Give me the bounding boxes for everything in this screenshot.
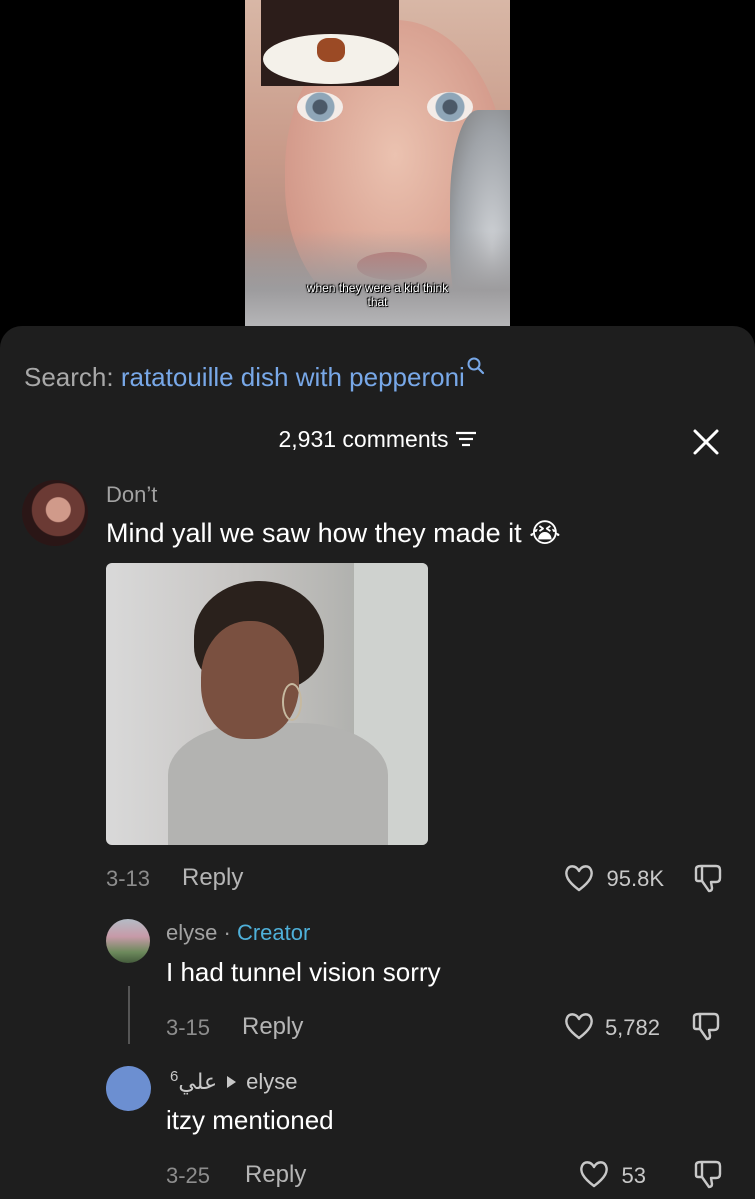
reply-to-username[interactable]: elyse <box>246 1069 297 1094</box>
reply-arrow-icon <box>227 1076 237 1089</box>
comment-gif[interactable] <box>106 563 428 845</box>
reply-button[interactable]: Reply <box>242 1013 303 1041</box>
reply-username-line: علي6 elyse <box>166 1068 297 1095</box>
video-preview[interactable]: when they were a kid think that <box>245 0 510 330</box>
dislike-icon[interactable] <box>692 1158 724 1190</box>
video-caption: when they were a kid think that <box>245 281 510 309</box>
comment-text: Mind yall we saw how they made it 😭 <box>106 518 561 548</box>
heart-icon[interactable] <box>563 1011 595 1041</box>
like-count: 95.8K <box>606 866 665 891</box>
comments-sheet: Search: ratatouille dish with pepperoni … <box>0 326 755 1199</box>
reply-username[interactable]: علي <box>178 1069 217 1094</box>
gif-face <box>201 621 299 739</box>
like-count: 53 <box>621 1163 646 1188</box>
food <box>317 38 345 62</box>
reply-button[interactable]: Reply <box>245 1161 306 1189</box>
reply-date: 3-15 <box>166 1015 211 1040</box>
reply-button[interactable]: Reply <box>182 864 243 892</box>
avatar[interactable] <box>22 480 88 546</box>
comment-username[interactable]: Don’t <box>106 482 157 508</box>
reply-username-line: elyse · Creator <box>166 920 310 946</box>
left-eye <box>297 92 343 122</box>
search-suggestion[interactable]: Search: ratatouille dish with pepperoni <box>24 356 486 393</box>
caption-line-1: when they were a kid think <box>306 281 449 295</box>
reply-date: 3-25 <box>166 1163 211 1188</box>
separator-dot: · <box>223 920 231 945</box>
dislike-icon[interactable] <box>692 862 724 894</box>
avatar[interactable] <box>106 919 150 963</box>
gif-earring <box>282 683 302 721</box>
dislike-icon[interactable] <box>690 1010 722 1042</box>
creator-badge: Creator <box>236 920 311 945</box>
thread-line <box>128 986 130 1044</box>
like-count: 5,782 <box>604 1015 660 1040</box>
inset-food-image <box>261 0 399 86</box>
heart-icon[interactable] <box>578 1159 610 1189</box>
comments-header: 2,931 comments <box>0 426 755 453</box>
reply-text: I had tunnel vision sorry <box>166 957 441 987</box>
filter-icon[interactable] <box>455 430 477 448</box>
search-icon[interactable] <box>466 356 486 376</box>
search-term[interactable]: ratatouille dish with pepperoni <box>121 362 465 392</box>
search-prefix: Search: <box>24 362 114 392</box>
close-icon[interactable] <box>692 428 720 456</box>
comment-count: 2,931 comments <box>278 426 449 452</box>
heart-icon[interactable] <box>563 863 595 893</box>
gif-shirt <box>168 723 388 845</box>
avatar[interactable] <box>106 1066 151 1111</box>
reply-username[interactable]: elyse <box>166 920 217 945</box>
reply-text: itzy mentioned <box>166 1105 334 1135</box>
comment-date: 3-13 <box>106 866 151 891</box>
fur-blanket-bottom <box>245 230 510 330</box>
caption-line-2: that <box>367 295 388 309</box>
